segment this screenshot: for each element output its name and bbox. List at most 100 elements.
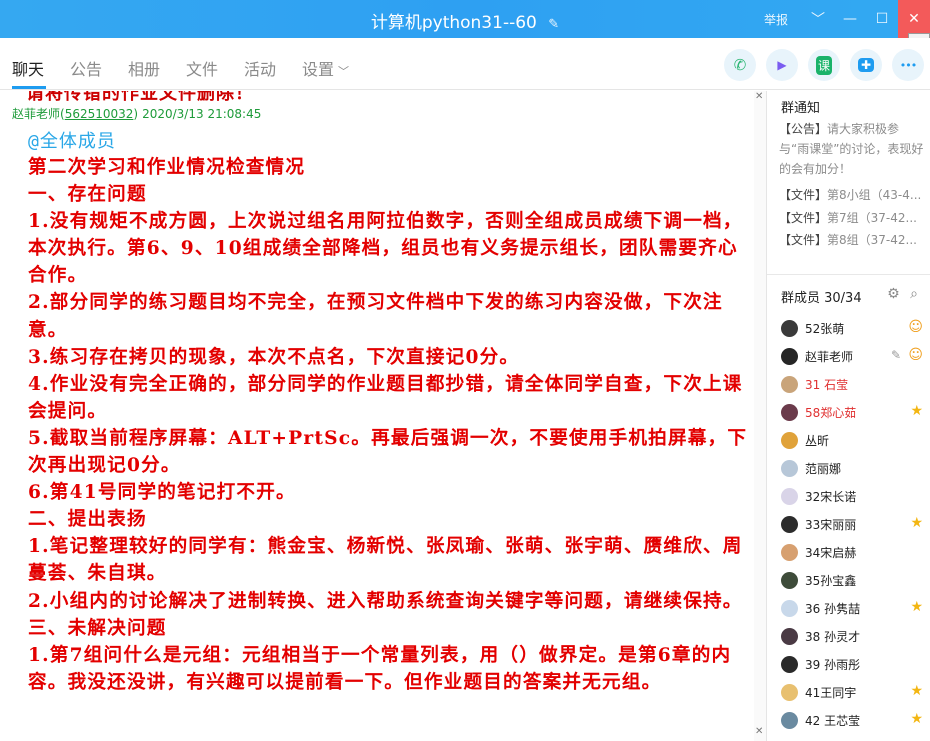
file-tag: 【文件】 [779,233,828,247]
member-item[interactable]: 范丽娜 [781,458,930,478]
maximize-icon[interactable]: ☐ [866,0,898,38]
file-tag: 【文件】 [779,188,828,202]
member-item[interactable]: 52张萌 ☺ [781,318,930,338]
member-item[interactable]: 42 王芯莹 ★ [781,710,930,730]
member-item[interactable]: 38 孙灵才 [781,626,930,646]
group-notice-text[interactable]: 【公告】请大家积极参与“雨课堂”的讨论，表现好的会有加分！ [779,119,927,179]
member-item[interactable]: 33宋丽丽 ★ [781,514,930,534]
chat-panel: 请将传错的作业文件删除！ 赵菲老师(562510032) 2020/3/13 21… [0,91,766,741]
tab-announcement[interactable]: 公告 [70,56,102,80]
members-count: 群成员 30/34 [781,291,862,306]
notice-file-item[interactable]: 【文件】第8小组（43-4... [779,186,929,203]
member-name: 32宋长诺 [805,489,857,504]
avatar [781,627,798,645]
message-line: 1.笔记整理较好的同学有：熊金宝、杨新悦、张凤瑜、张萌、张宇萌、赝维欣、周蔓荟、… [28,536,743,585]
message-line: 三、未解决问题 [28,617,167,639]
classroom-icon[interactable]: 课 [808,49,840,81]
member-item[interactable]: 丛昕 [781,430,930,450]
phone-icon[interactable]: ✆ [724,49,756,81]
sender-close-paren: ) [133,107,139,121]
scroll-up-icon[interactable]: ✕ [755,91,763,102]
avatar [781,459,798,477]
member-name: 38 孙灵才 [805,629,861,644]
group-side-panel: 群通知 【公告】请大家积极参与“雨课堂”的讨论，表现好的会有加分！ 【文件】第8… [766,91,930,741]
tab-files[interactable]: 文件 [186,56,218,80]
dropdown-chevron-icon[interactable]: ﹀ [802,0,834,38]
message-line: 一、存在问题 [28,184,147,206]
tab-chat[interactable]: 聊天 [12,56,44,80]
avatar [781,319,798,337]
message-add-icon[interactable]: ✚ [850,49,882,81]
minimize-icon[interactable]: — [834,0,866,38]
avatar [781,487,798,505]
member-item[interactable]: 31 石莹 [781,374,930,394]
notice-tag: 【公告】 [779,122,828,136]
avatar [781,599,798,617]
report-button[interactable]: 举报 [764,11,788,28]
edit-title-icon[interactable]: ✎ [548,17,559,32]
star-icon: ★ [910,683,923,699]
classroom-glyph: 课 [815,55,832,75]
member-search-icon[interactable]: ⌕ [910,286,918,302]
window-controls: 举报 ﹀ — ☐ ✕ [764,0,930,38]
star-icon: ★ [910,711,923,727]
sender-qq-link[interactable]: 562510032 [65,107,134,121]
member-name: 41王同宇 [805,685,857,700]
edit-icon[interactable]: ✎ [891,348,901,362]
member-name: 范丽娜 [805,461,842,476]
member-name: 丛昕 [805,433,830,448]
member-name: 52张萌 [805,321,845,336]
member-manage-icon[interactable]: ⚙ [887,286,900,302]
chat-scrollbar[interactable]: ✕ ✕ [754,91,766,741]
member-item[interactable]: 赵菲老师 ✎ ☺ [781,346,930,366]
message-line: 1.第7组问什么是元组：元组相当于一个常量列表，用（）做界定。是第6章的内容。我… [28,644,732,693]
tab-settings-label: 设置 [302,60,335,79]
avatar [781,683,798,701]
tab-bar: 聊天 公告 相册 文件 活动 设置 ﹀ ✆ ▶ 课 ✚ ••• [0,38,930,90]
star-icon: ★ [910,599,923,615]
member-name: 赵菲老师 [805,349,854,364]
member-name: 35孙宝鑫 [805,573,857,588]
member-item[interactable]: 34宋启赫 [781,542,930,562]
mention-all[interactable]: @全体成员 [28,127,116,153]
admin-icon: ☺ [908,319,923,335]
title-bar: 计算机python31--60 ✎ 举报 ﹀ — ☐ ✕ [0,0,930,38]
video-icon[interactable]: ▶ [766,49,798,81]
tab-settings[interactable]: 设置 ﹀ [302,56,349,80]
star-icon: ★ [910,403,923,419]
message-line: 5.截取当前程序屏幕：ALT+PrtSc。再最后强调一次，不要使用手机拍屏幕，下… [28,427,748,477]
member-name: 34宋启赫 [805,545,857,560]
message-line: 4.作业没有完全正确的，部分同学的作业题目都抄错，请全体同学自查，下次上课会提问… [28,373,743,422]
member-name: 39 孙雨彤 [805,657,861,672]
file-name: 第7组（37-42... [827,211,917,225]
member-item[interactable]: 35孙宝鑫 [781,570,930,590]
member-name: 42 王芯莹 [805,713,861,728]
notice-file-item[interactable]: 【文件】第7组（37-42... [779,209,929,226]
member-item[interactable]: 41王同宇 ★ [781,682,930,702]
notice-file-item[interactable]: 【文件】第8组（37-42... [779,231,929,248]
member-name: 36 孙隽喆 [805,601,861,616]
avatar [781,347,798,365]
scroll-down-icon[interactable]: ✕ [755,726,763,737]
tab-album[interactable]: 相册 [128,56,160,80]
message-line: 1.没有规矩不成方圆，上次说过组名用阿拉伯数字，否则全组成员成绩下调一档，本次执… [28,211,743,287]
avatar [781,403,798,421]
member-name: 31 石莹 [805,377,849,392]
avatar [781,543,798,561]
message-line: 3.练习存在拷贝的现象，本次不点名，下次直接记0分。 [28,346,520,368]
avatar [781,571,798,589]
member-item[interactable]: 58郑心茹 ★ [781,402,930,422]
more-icon[interactable]: ••• [892,49,924,81]
message-add-glyph: ✚ [857,58,875,72]
message-line: 2.小组内的讨论解决了进制转换、进入帮助系统查询关键字等问题，请继续保持。 [28,590,743,612]
avatar [781,375,798,393]
member-item[interactable]: 32宋长诺 [781,486,930,506]
tab-activity[interactable]: 活动 [244,56,276,80]
group-name: 计算机python31--60 [370,13,537,33]
member-item[interactable]: 39 孙雨彤 [781,654,930,674]
member-name: 58郑心茹 [805,405,857,420]
member-item[interactable]: 36 孙隽喆 ★ [781,598,930,618]
phone-glyph: ✆ [733,56,747,74]
message-time: 2020/3/13 21:08:45 [142,107,262,121]
star-icon: ★ [910,515,923,531]
